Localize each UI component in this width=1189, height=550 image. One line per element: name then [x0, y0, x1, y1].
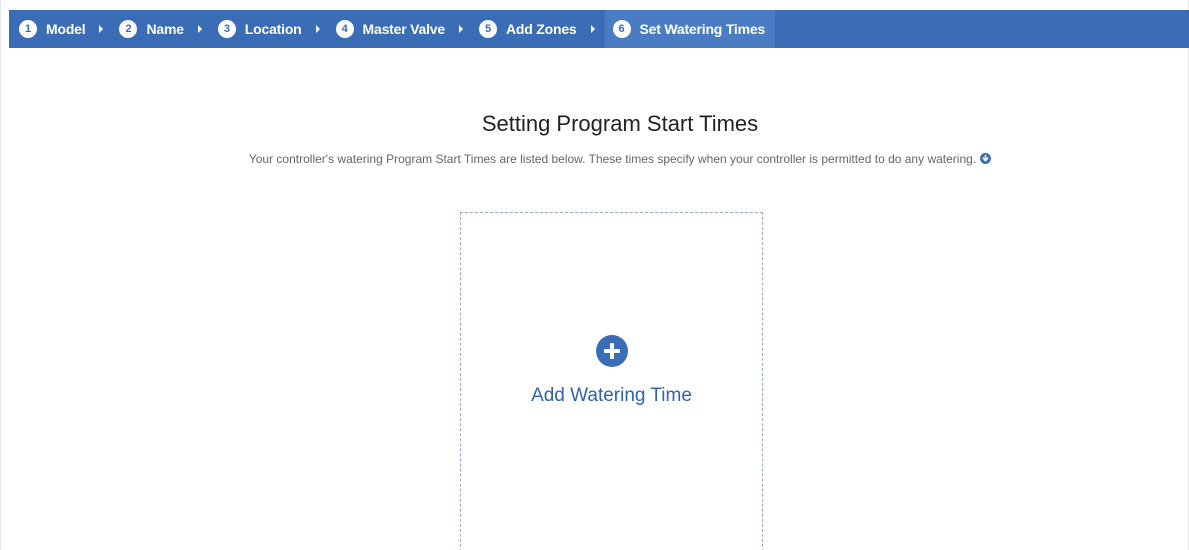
step-label: Master Valve: [362, 21, 446, 37]
step-label: Set Watering Times: [639, 21, 766, 37]
chevron-right-icon: [99, 25, 104, 33]
step-name[interactable]: 2 Name: [119, 10, 184, 48]
subtitle-text: Your controller's watering Program Start…: [248, 152, 977, 166]
add-watering-time-label[interactable]: Add Watering Time: [461, 385, 762, 407]
wizard-stepbar: 1 Model 2 Name 3 Location 4 Master Valve…: [9, 10, 1189, 48]
chevron-right-icon: [590, 25, 595, 33]
step-add-zones[interactable]: 5 Add Zones: [478, 10, 577, 48]
chevron-right-icon: [458, 25, 463, 33]
step-number-badge: 6: [612, 20, 631, 38]
page-subtitle: Your controller's watering Program Start…: [1, 152, 1189, 166]
plus-circle-icon[interactable]: [596, 335, 628, 367]
step-number-badge: 3: [217, 20, 236, 38]
chevron-right-icon: [197, 25, 202, 33]
step-number-badge: 1: [19, 20, 37, 38]
step-location[interactable]: 3 Location: [217, 10, 302, 48]
step-label: Model: [46, 21, 86, 37]
step-number-badge: 5: [478, 20, 497, 38]
info-expand-icon[interactable]: [980, 153, 992, 164]
step-number-badge: 2: [119, 20, 138, 38]
page-title: Setting Program Start Times: [481, 111, 759, 136]
step-label: Location: [244, 21, 302, 37]
step-label: Name: [146, 21, 184, 37]
step-number-badge: 4: [335, 20, 354, 38]
add-watering-time-card[interactable]: Add Watering Time: [460, 212, 763, 550]
step-set-watering-times[interactable]: 6 Set Watering Times: [604, 10, 776, 48]
chevron-right-icon: [315, 25, 320, 33]
step-model[interactable]: 1 Model: [19, 10, 86, 48]
step-master-valve[interactable]: 4 Master Valve: [335, 10, 446, 48]
page: 1 Model 2 Name 3 Location 4 Master Valve…: [0, 0, 1189, 550]
step-label: Add Zones: [505, 21, 577, 37]
